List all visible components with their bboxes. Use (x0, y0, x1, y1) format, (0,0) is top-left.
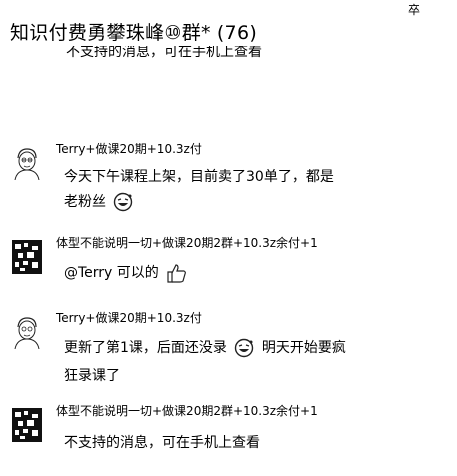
message-text: 老粉丝 (64, 194, 106, 210)
laughing-emoji-icon (235, 338, 254, 358)
message-text-line: 狂录课了 (64, 368, 120, 384)
message-text: 明天开始要疯 (261, 340, 346, 356)
sender-name: 体型不能说明一切+做课20期2群+10.3z余付+1 (56, 404, 318, 418)
message-text-line: 更新了第1课，后面还没录 明天开始要疯 (64, 337, 346, 358)
pixel-pattern-avatar-icon[interactable] (12, 240, 42, 274)
sender-name: 体型不能说明一切+做课20期2群+10.3z余付+1 (56, 236, 318, 250)
sender-name: Terry+做课20期+10.3z付 (56, 311, 202, 325)
chat-header-title: 知识付费勇攀珠峰⑩群* (76) (10, 18, 257, 45)
laughing-emoji-icon (114, 192, 133, 212)
message-text-line: 今天下午课程上架，目前卖了30单了，都是 (64, 169, 334, 185)
thumbs-up-emoji-icon (167, 264, 187, 283)
sender-name: Terry+做课20期+10.3z付 (56, 142, 202, 156)
message-text-line: 老粉丝 (64, 191, 136, 212)
partial-message: 不支持的消息，可在手机上查看 (66, 46, 262, 62)
message-text-line: @Terry 可以的 (64, 262, 189, 283)
pixel-pattern-avatar-icon[interactable] (12, 408, 42, 442)
message-text-line: 不支持的消息，可在手机上查看 (64, 435, 260, 451)
member-count: (76) (216, 22, 258, 44)
person-sketch-avatar-icon[interactable] (12, 315, 42, 349)
top-corner-glyph: 卒 (408, 3, 421, 17)
person-sketch-avatar-icon[interactable] (12, 146, 42, 180)
partial-message-text: 不支持的消息，可在手机上查看 (66, 46, 262, 60)
group-name: 知识付费勇攀珠峰⑩群* (10, 22, 211, 44)
message-text: 更新了第1课，后面还没录 (64, 340, 227, 356)
message-text: @Terry 可以的 (64, 265, 159, 281)
